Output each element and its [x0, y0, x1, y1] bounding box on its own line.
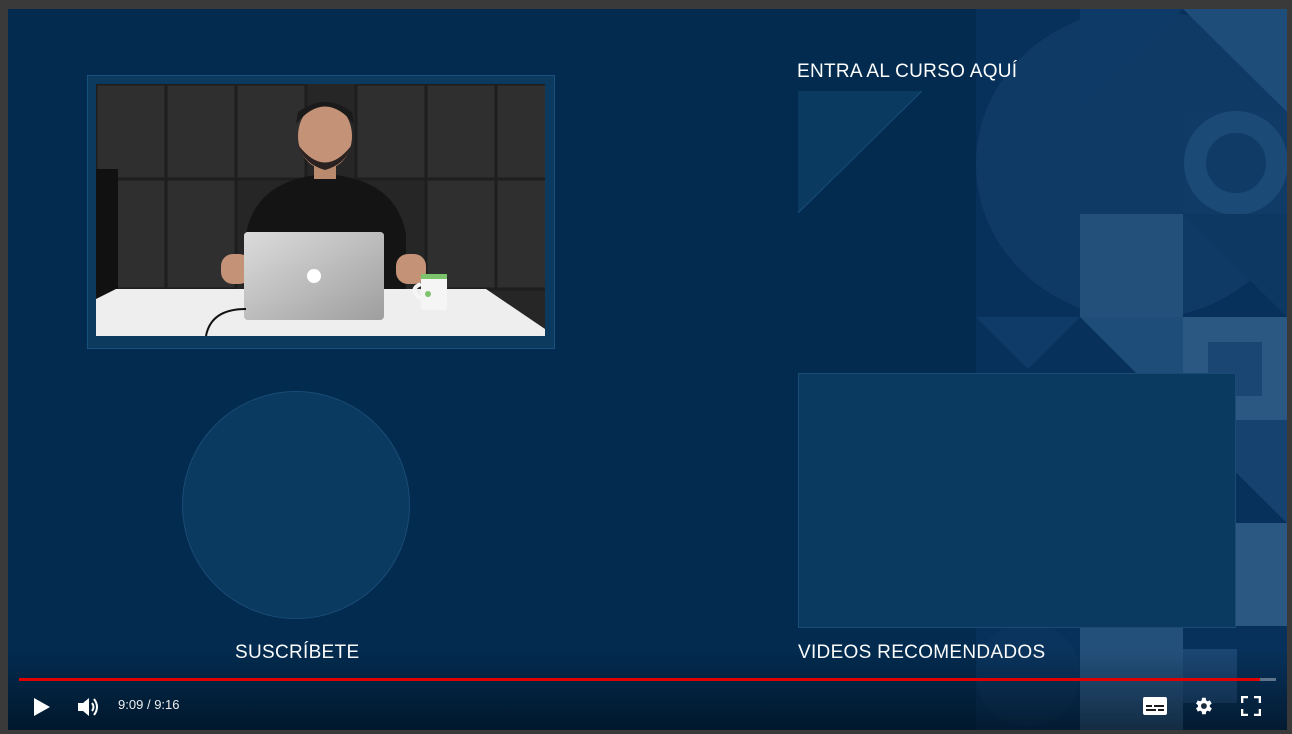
- fullscreen-button[interactable]: [1235, 691, 1267, 721]
- play-button[interactable]: [26, 692, 58, 722]
- volume-icon: [78, 698, 98, 716]
- presenter-scene-image: [96, 84, 545, 336]
- subtitles-icon: [1143, 697, 1167, 715]
- time-separator: /: [146, 697, 151, 712]
- video-player[interactable]: ENTRA AL CURSO AQUÍ SUSCRÍBETE VIDEOS RE…: [8, 9, 1287, 730]
- time-display: 9:09 / 9:16: [118, 697, 180, 712]
- volume-button[interactable]: [72, 692, 106, 722]
- settings-gear-icon: [1196, 697, 1212, 715]
- progress-bar[interactable]: [19, 678, 1276, 681]
- course-link-label[interactable]: ENTRA AL CURSO AQUÍ: [797, 61, 1017, 83]
- duration: 9:16: [154, 697, 180, 712]
- progress-bar-played: [19, 678, 1260, 681]
- settings-button[interactable]: [1187, 691, 1219, 721]
- play-icon: [34, 698, 50, 716]
- current-time: 9:09: [118, 697, 144, 712]
- fullscreen-icon: [1241, 696, 1261, 716]
- controls-gradient: [8, 650, 1287, 730]
- subtitles-button[interactable]: [1139, 691, 1171, 721]
- course-card-shape[interactable]: [798, 91, 922, 213]
- embedded-video-frame[interactable]: [87, 75, 555, 349]
- subscribe-avatar-slot[interactable]: [182, 391, 410, 619]
- presenter-video[interactable]: [96, 84, 545, 336]
- recommended-video-slot[interactable]: [798, 373, 1236, 628]
